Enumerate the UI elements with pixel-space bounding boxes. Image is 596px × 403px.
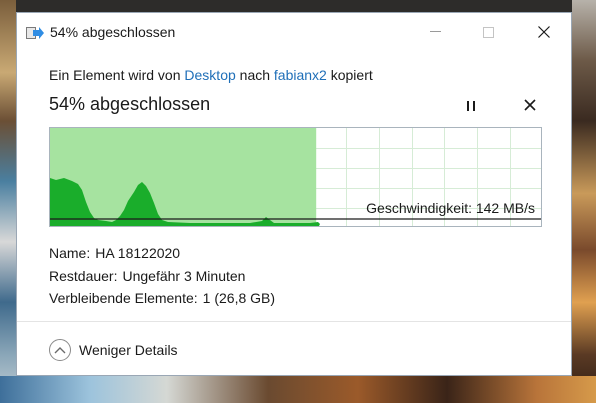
remaining-time-row: Restdauer: Ungefähr 3 Minuten <box>49 265 275 288</box>
close-button[interactable] <box>521 13 567 51</box>
close-icon <box>538 26 550 38</box>
speed-graph: Geschwindigkeit: 142 MB/s <box>49 127 542 227</box>
copy-description: Ein Element wird von Desktop nach fabian… <box>49 67 373 83</box>
pause-icon <box>467 101 475 111</box>
fewer-details-button[interactable]: Weniger Details <box>49 339 178 361</box>
destination-link[interactable]: fabianx2 <box>274 67 327 83</box>
source-link[interactable]: Desktop <box>184 67 235 83</box>
cancel-button[interactable] <box>522 97 538 113</box>
minimize-button[interactable] <box>412 13 458 51</box>
progress-heading: 54% abgeschlossen <box>49 94 211 114</box>
maximize-button[interactable] <box>465 13 511 51</box>
copy-prefix: Ein Element wird von <box>49 67 185 83</box>
desktop-wallpaper-left <box>0 0 16 403</box>
minimize-icon <box>429 31 441 32</box>
desktop-wallpaper-right <box>572 0 596 403</box>
transfer-details: Name: HA 18122020 Restdauer: Ungefähr 3 Mi… <box>49 242 275 310</box>
chevron-up-icon <box>49 339 71 361</box>
desktop-wallpaper-bottom <box>0 376 596 403</box>
remaining-items-row: Verbleibende Elemente: 1 (26,8 GB) <box>49 287 275 310</box>
footer-divider <box>17 321 571 322</box>
pause-button[interactable] <box>463 98 479 114</box>
fewer-details-label: Weniger Details <box>79 342 178 358</box>
speed-label: Geschwindigkeit: 142 MB/s <box>366 200 535 216</box>
copy-suffix: kopiert <box>326 67 373 83</box>
name-value: HA 18122020 <box>95 245 181 261</box>
items-value: 1 (26,8 GB) <box>202 290 276 306</box>
window-title: 54% abgeschlossen <box>50 24 176 40</box>
name-key: Name: <box>49 245 91 261</box>
items-key: Verbleibende Elemente: <box>49 290 198 306</box>
copy-icon <box>26 26 44 40</box>
cancel-icon <box>524 99 536 111</box>
copy-middle: nach <box>235 67 274 83</box>
remaining-key: Restdauer: <box>49 267 118 284</box>
copy-dialog: 54% abgeschlossen Ein Element wird von D… <box>16 12 572 376</box>
maximize-icon <box>482 26 494 38</box>
remaining-value: Ungefähr 3 Minuten <box>122 267 246 284</box>
name-row: Name: HA 18122020 <box>49 242 275 265</box>
title-bar: 54% abgeschlossen <box>17 13 571 51</box>
